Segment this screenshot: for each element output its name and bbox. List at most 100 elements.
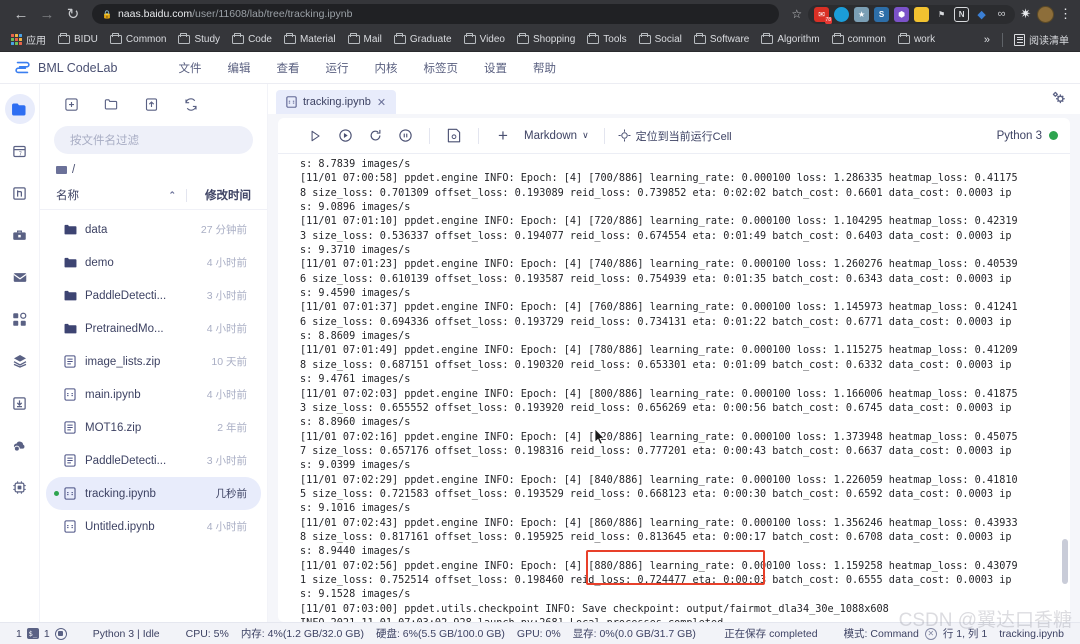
bookmark-label: Material bbox=[300, 34, 336, 45]
file-browser-icon[interactable] bbox=[5, 94, 35, 124]
menu-view[interactable]: 查看 bbox=[263, 57, 312, 79]
bookmark-work[interactable]: work bbox=[893, 33, 940, 46]
box-extension-icon[interactable]: ⬢ bbox=[894, 7, 909, 22]
star-extension-icon[interactable]: ★ bbox=[854, 7, 869, 22]
menu-help[interactable]: 帮助 bbox=[520, 57, 569, 79]
refresh-button[interactable] bbox=[182, 95, 200, 113]
back-arrow-icon[interactable]: ← bbox=[8, 1, 34, 27]
toolbox-icon[interactable] bbox=[5, 220, 35, 250]
extensions-icon[interactable] bbox=[5, 304, 35, 334]
close-circle-icon[interactable]: ✕ bbox=[925, 628, 937, 640]
bookmark-tools[interactable]: Tools bbox=[582, 33, 631, 46]
status-kernel[interactable]: Python 3 | Idle bbox=[87, 628, 166, 640]
status-notebook-count[interactable]: 1 $_ 1 bbox=[10, 628, 73, 640]
vertical-scrollbar[interactable] bbox=[1062, 539, 1068, 584]
output-line: [11/01 07:03:00] ppdet.utils.checkpoint … bbox=[278, 603, 1070, 617]
new-folder-button[interactable] bbox=[102, 95, 120, 113]
list-item[interactable]: data 27 分钟前 bbox=[46, 213, 261, 246]
cell-type-select[interactable]: Markdown ∨ bbox=[518, 130, 595, 142]
menu-run[interactable]: 运行 bbox=[312, 57, 361, 79]
interrupt-kernel-icon[interactable] bbox=[390, 123, 420, 149]
bookmark-video[interactable]: Video bbox=[459, 33, 510, 46]
tab-tracking-ipynb[interactable]: tracking.ipynb ✕ bbox=[276, 90, 396, 114]
list-item[interactable]: Untitled.ipynb 4 小时前 bbox=[46, 510, 261, 543]
mail-icon[interactable] bbox=[5, 262, 35, 292]
running-terminals-icon[interactable]: 7 bbox=[5, 136, 35, 166]
locate-running-cell-button[interactable]: 定位到当前运行Cell bbox=[614, 128, 736, 144]
address-bar[interactable]: 🔒 naas.baidu.com/user/11608/lab/tree/tra… bbox=[92, 4, 779, 24]
layers-icon[interactable] bbox=[5, 346, 35, 376]
output-line: 6 size_loss: 0.694336 offset_loss: 0.193… bbox=[278, 316, 1070, 330]
list-item[interactable]: PaddleDetecti... 3 小时前 bbox=[46, 279, 261, 312]
status-mode: 模式: Command bbox=[838, 626, 925, 641]
list-item[interactable]: main.ipynb 4 小时前 bbox=[46, 378, 261, 411]
menu-tabs[interactable]: 标签页 bbox=[410, 57, 471, 79]
glasses-extension-icon[interactable]: ∞ bbox=[994, 7, 1009, 22]
column-header-modified[interactable]: 修改时间 bbox=[205, 187, 251, 203]
menu-edit[interactable]: 编辑 bbox=[214, 57, 263, 79]
reading-list-button[interactable]: 阅读清单 bbox=[1009, 31, 1074, 48]
chrome-menu-icon[interactable]: ⋮ bbox=[1059, 6, 1072, 22]
kernel-indicator[interactable]: Python 3 bbox=[997, 130, 1058, 142]
s-extension-icon[interactable]: S bbox=[874, 7, 889, 22]
diamond-extension-icon[interactable]: ◆ bbox=[974, 7, 989, 22]
cpu-chip-icon[interactable] bbox=[5, 472, 35, 502]
mail-extension-icon[interactable]: ✉78 bbox=[814, 7, 829, 22]
sort-caret-icon[interactable]: ⌃ bbox=[168, 190, 176, 201]
save-notebook-icon[interactable] bbox=[439, 123, 469, 149]
bookmark-social[interactable]: Social bbox=[634, 33, 687, 46]
bookmark-graduate[interactable]: Graduate bbox=[389, 33, 457, 46]
bookmark-study[interactable]: Study bbox=[173, 33, 225, 46]
breadcrumb[interactable]: / bbox=[40, 164, 267, 184]
status-position[interactable]: 行 1, 列 1 bbox=[937, 626, 993, 641]
new-launcher-button[interactable] bbox=[62, 95, 80, 113]
folder-icon bbox=[284, 35, 296, 44]
bookmark-material[interactable]: Material bbox=[279, 33, 341, 46]
run-all-icon[interactable] bbox=[330, 123, 360, 149]
forward-arrow-icon[interactable]: → bbox=[34, 1, 60, 27]
profile-avatar[interactable] bbox=[1037, 6, 1054, 23]
list-item[interactable]: PretrainedMo... 4 小时前 bbox=[46, 312, 261, 345]
file-filter-input[interactable]: 按文件名过滤 bbox=[54, 126, 253, 154]
download-icon[interactable] bbox=[5, 388, 35, 418]
bookmark-algorithm[interactable]: Algorithm bbox=[756, 33, 824, 46]
list-item[interactable]: MOT16.zip 2 年前 bbox=[46, 411, 261, 444]
column-header-name[interactable]: 名称 bbox=[56, 187, 168, 203]
bookmark-shopping[interactable]: Shopping bbox=[512, 33, 580, 46]
toolbar-divider bbox=[478, 128, 479, 144]
list-item[interactable]: demo 4 小时前 bbox=[46, 246, 261, 279]
puzzle-extensions-icon[interactable]: ✷ bbox=[1020, 6, 1031, 22]
bookmark-common-lower[interactable]: common bbox=[827, 33, 891, 46]
bookmark-star-icon[interactable]: ☆ bbox=[791, 7, 802, 21]
cloud-sync-icon[interactable] bbox=[5, 430, 35, 460]
git-icon[interactable] bbox=[5, 178, 35, 208]
bookmark-apps[interactable]: 应用 bbox=[6, 31, 51, 48]
bookmark-extension-icon[interactable]: ⚑ bbox=[934, 7, 949, 22]
bookmark-mail[interactable]: Mail bbox=[343, 33, 387, 46]
menu-kernel[interactable]: 内核 bbox=[361, 57, 410, 79]
menu-file[interactable]: 文件 bbox=[165, 57, 214, 79]
bookmarks-overflow-icon[interactable]: » bbox=[978, 34, 996, 46]
list-item[interactable]: PaddleDetecti... 3 小时前 bbox=[46, 444, 261, 477]
gears-icon[interactable] bbox=[1051, 90, 1066, 110]
bookmark-code[interactable]: Code bbox=[227, 33, 277, 46]
add-cell-icon[interactable]: + bbox=[488, 123, 518, 149]
bookmark-software[interactable]: Software bbox=[689, 33, 754, 46]
run-cell-icon[interactable] bbox=[300, 123, 330, 149]
notebook-scroll-area[interactable]: s: 8.7839 images/s[11/01 07:00:58] ppdet… bbox=[278, 154, 1070, 622]
close-icon[interactable]: ✕ bbox=[377, 96, 386, 109]
upload-button[interactable] bbox=[142, 95, 160, 113]
list-item-selected[interactable]: tracking.ipynb 几秒前 bbox=[46, 477, 261, 510]
menu-settings[interactable]: 设置 bbox=[471, 57, 520, 79]
cell-type-value: Markdown bbox=[524, 130, 577, 142]
bookmark-common[interactable]: Common bbox=[105, 33, 172, 46]
reload-icon[interactable]: ↻ bbox=[60, 1, 86, 27]
bookmark-bidu[interactable]: BIDU bbox=[53, 33, 103, 46]
list-item[interactable]: image_lists.zip 10 天前 bbox=[46, 345, 261, 378]
notion-extension-icon[interactable]: N bbox=[954, 7, 969, 22]
output-line: [11/01 07:00:58] ppdet.engine INFO: Epoc… bbox=[278, 172, 1070, 186]
circle-extension-icon[interactable] bbox=[834, 7, 849, 22]
yellow-extension-icon[interactable] bbox=[914, 7, 929, 22]
restart-kernel-icon[interactable] bbox=[360, 123, 390, 149]
file-modified: 3 小时前 bbox=[207, 288, 247, 303]
